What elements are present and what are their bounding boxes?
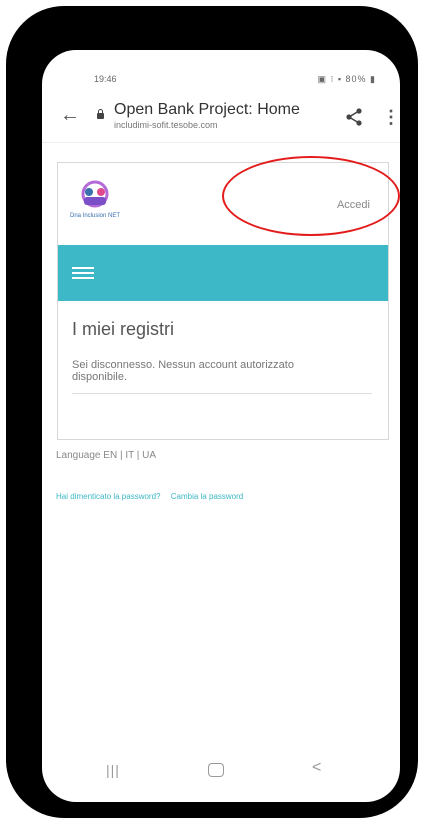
site-navbar — [58, 245, 388, 301]
page-url[interactable]: includimi-sofit.tesobe.com — [114, 120, 218, 130]
phone-frame: 19:46 ▣ ⁝ ▪ 80% ▮ ← Open Bank Project: H… — [6, 6, 418, 818]
forgot-password-link[interactable]: Hai dimenticato la password? — [56, 492, 161, 501]
back-arrow-icon[interactable]: ← — [60, 104, 80, 127]
password-links: Hai dimenticato la password? Cambia la p… — [56, 492, 251, 501]
divider — [72, 393, 372, 394]
annotation-ellipse — [222, 156, 400, 236]
lock-icon — [97, 109, 104, 119]
toolbar-divider — [42, 142, 400, 143]
browser-toolbar: ← Open Bank Project: Home includimi-sofi… — [42, 98, 400, 140]
language-selector[interactable]: Language EN | IT | UA — [56, 450, 156, 461]
hamburger-menu-icon[interactable] — [72, 267, 94, 279]
logo-text: Dna Inclusion NET — [70, 213, 121, 219]
more-options-icon[interactable]: ⋮ — [382, 107, 400, 128]
status-icons: ▣ ⁝ ▪ 80% ▮ — [317, 74, 376, 84]
share-icon[interactable] — [344, 107, 364, 127]
logged-out-message: Sei disconnesso. Nessun account autorizz… — [72, 359, 294, 383]
status-time: 19:46 — [94, 74, 117, 84]
home-icon[interactable] — [208, 763, 224, 777]
status-bar: 19:46 ▣ ⁝ ▪ 80% ▮ — [42, 74, 400, 88]
section-title: I miei registri — [72, 319, 175, 339]
recent-apps-icon[interactable]: ||| — [106, 762, 120, 778]
change-password-link[interactable]: Cambia la password — [171, 492, 243, 501]
page-title[interactable]: Open Bank Project: Home — [114, 101, 300, 119]
back-icon[interactable]: < — [312, 759, 321, 777]
system-navigation-bar: ||| < — [42, 756, 400, 786]
